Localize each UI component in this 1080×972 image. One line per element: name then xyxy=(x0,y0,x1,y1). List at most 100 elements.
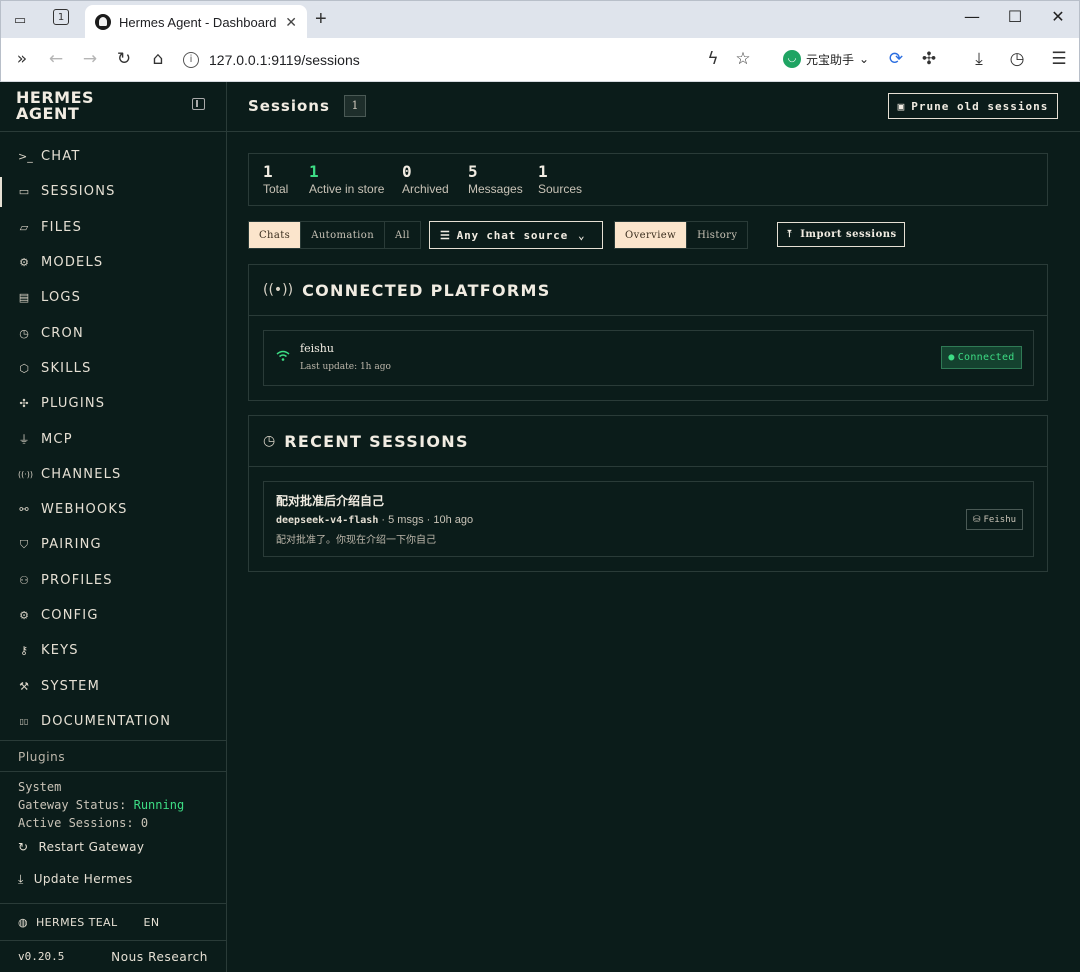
sidebar-item-config[interactable]: ⚙ CONFIG xyxy=(0,598,226,633)
theme-switcher[interactable]: HERMES TEAL xyxy=(36,916,118,929)
sidebar-item-label: CRON xyxy=(41,325,84,341)
session-row[interactable]: 配对批准后介绍自己 deepseek-v4-flash · 5 msgs · 1… xyxy=(263,481,1034,557)
sidebar-nav: >_ CHAT ▭ SESSIONS ▱ FILES ⚙ MODELS ▤ LOGS ◷ C… xyxy=(0,139,226,739)
import-sessions-button[interactable]: ⤒ Import sessions xyxy=(777,222,905,247)
system-status-panel: System Gateway Status: Running Active Se… xyxy=(0,771,226,907)
status-badge: ● Connected xyxy=(941,346,1022,369)
sidebar-item-logs[interactable]: ▤ LOGS xyxy=(0,280,226,315)
collapse-sidebar-icon[interactable] xyxy=(192,98,205,110)
sidebar-item-pairing[interactable]: ⛉ PAIRING xyxy=(0,527,226,562)
sidebar-item-system[interactable]: ⚒ SYSTEM xyxy=(0,668,226,703)
sidebar-item-models[interactable]: ⚙ MODELS xyxy=(0,245,226,280)
sidebar-item-label: CHAT xyxy=(41,149,81,165)
address-field[interactable]: i 127.0.0.1:9119/sessions xyxy=(183,47,360,73)
platform-row[interactable]: feishu Last update: 1h ago ● Connected xyxy=(263,330,1034,386)
gateway-status-label: Gateway Status: xyxy=(18,798,134,812)
session-model: deepseek-v4-flash xyxy=(276,515,379,526)
url-text[interactable]: 127.0.0.1:9119/sessions xyxy=(209,52,360,68)
sidebar-item-documentation[interactable]: ▯▯ DOCUMENTATION xyxy=(0,704,226,739)
clock-icon: ◷ xyxy=(263,433,276,449)
sidebar-toggle-icon[interactable]: ▭ xyxy=(9,9,31,31)
reload-icon[interactable]: ↻ xyxy=(113,49,135,69)
back-icon[interactable]: ← xyxy=(45,49,67,69)
stat-label: Messages xyxy=(468,182,523,196)
session-meta: deepseek-v4-flash · 5 msgs · 10h ago xyxy=(276,514,473,526)
connected-platforms-title: CONNECTED PLATFORMS xyxy=(302,280,551,300)
sidebar-item-label: FILES xyxy=(41,219,83,235)
view-history-tab[interactable]: History xyxy=(686,222,747,248)
browser-tab-strip: ▭ 1 Hermes Agent - Dashboard ✕ + — ☐ ✕ xyxy=(0,0,1080,39)
sidebar-item-profiles[interactable]: ⚇ PROFILES xyxy=(0,563,226,598)
sidebar-item-webhooks[interactable]: ⚯ WEBHOOKS xyxy=(0,492,226,527)
connected-platforms-header: ((•)) CONNECTED PLATFORMS xyxy=(249,265,1047,316)
stat-value: 5 xyxy=(468,162,478,181)
history-icon[interactable]: ◷ xyxy=(1006,49,1028,69)
lightning-icon[interactable]: ϟ xyxy=(702,49,724,69)
tab-count-icon[interactable]: 1 xyxy=(53,9,69,25)
session-stats: · 5 msgs · 10h ago xyxy=(378,514,474,526)
sidebar-item-label: CONFIG xyxy=(41,608,99,623)
sidebar-item-plugins[interactable]: ✣ PLUGINS xyxy=(0,386,226,421)
sidebar-item-mcp[interactable]: ⏚ MCP xyxy=(0,421,226,456)
yuanbao-label: 元宝助手 xyxy=(806,52,855,67)
wifi-icon xyxy=(276,350,290,361)
filter-chats-tab[interactable]: Chats xyxy=(249,222,301,248)
expand-icon[interactable]: » xyxy=(11,49,33,69)
minimize-icon[interactable]: — xyxy=(957,7,987,26)
menu-icon[interactable]: ☰ xyxy=(1048,49,1070,69)
bookmark-star-icon[interactable]: ☆ xyxy=(732,49,754,69)
stat-label: Active in store xyxy=(309,182,385,196)
users-icon: ⚇ xyxy=(19,573,29,587)
view-overview-tab[interactable]: Overview xyxy=(615,222,687,248)
close-window-icon[interactable]: ✕ xyxy=(1043,7,1073,26)
platform-last-update: Last update: 1h ago xyxy=(300,362,391,372)
archive-icon: ▣ xyxy=(897,99,906,113)
prune-old-sessions-button[interactable]: ▣ Prune old sessions xyxy=(888,93,1058,119)
restart-gateway-button[interactable]: ↻ Restart Gateway xyxy=(18,838,144,856)
maximize-icon[interactable]: ☐ xyxy=(1000,7,1030,26)
close-tab-icon[interactable]: ✕ xyxy=(285,14,297,31)
browser-tab-active[interactable]: Hermes Agent - Dashboard ✕ xyxy=(85,5,307,39)
stat-label: Archived xyxy=(402,182,449,196)
sidebar: HERMES AGENT >_ CHAT ▭ SESSIONS ▱ FILES ⚙ MO… xyxy=(0,82,227,972)
sidebar-item-skills[interactable]: ⬡ SKILLS xyxy=(0,351,226,386)
terminal-icon: >_ xyxy=(18,150,33,164)
update-hermes-button[interactable]: ⤓ Update Hermes xyxy=(18,870,133,888)
stat-sources: 1 Sources xyxy=(538,162,582,197)
prune-label: Prune old sessions xyxy=(911,99,1049,113)
home-icon[interactable]: ⌂ xyxy=(147,49,169,69)
sidebar-item-cron[interactable]: ◷ CRON xyxy=(0,315,226,350)
session-source-label: Feishu xyxy=(983,514,1017,525)
brand-logo[interactable]: HERMES AGENT xyxy=(16,90,94,122)
plug-icon: ⏚ xyxy=(18,433,30,447)
stat-label: Total xyxy=(263,182,289,196)
status-badge-label: Connected xyxy=(957,352,1015,363)
package-icon: ⬡ xyxy=(19,361,29,375)
sidebar-item-keys[interactable]: ⚷ KEYS xyxy=(0,633,226,668)
chevron-down-icon: ⌄ xyxy=(859,52,870,66)
chat-source-dropdown[interactable]: ☰ Any chat source ⌄ xyxy=(429,221,603,249)
sidebar-item-sessions[interactable]: ▭ SESSIONS xyxy=(0,174,226,209)
download-icon[interactable]: ⤓ xyxy=(968,49,990,69)
page-header: Sessions 1 ▣ Prune old sessions xyxy=(227,82,1080,132)
sidebar-item-label: WEBHOOKS xyxy=(41,502,128,518)
sidebar-item-files[interactable]: ▱ FILES xyxy=(0,210,226,245)
org-link[interactable]: Nous Research xyxy=(111,950,208,964)
sidebar-item-chat[interactable]: >_ CHAT xyxy=(0,139,226,174)
active-sessions-count: Active Sessions: 0 xyxy=(18,816,149,830)
site-info-icon[interactable]: i xyxy=(183,52,199,68)
clock-icon: ◷ xyxy=(19,326,29,340)
filter-automation-tab[interactable]: Automation xyxy=(300,222,384,248)
browser-toolbar: » ← → ↻ ⌂ i 127.0.0.1:9119/sessions ϟ ☆ … xyxy=(0,38,1080,82)
sidebar-item-channels[interactable]: ((·)) CHANNELS xyxy=(0,457,226,492)
stat-value: 1 xyxy=(538,162,548,181)
platform-name: feishu xyxy=(300,342,334,355)
new-tab-icon[interactable]: + xyxy=(315,8,327,31)
filter-all-tab[interactable]: All xyxy=(384,222,420,248)
download-icon: ⤓ xyxy=(18,872,24,886)
extensions-icon[interactable]: ✣ xyxy=(918,49,940,69)
yuanbao-extension-button[interactable]: ◡ 元宝助手 ⌄ xyxy=(783,50,869,68)
translate-icon[interactable]: ⟳ xyxy=(885,49,907,69)
language-switcher[interactable]: EN xyxy=(144,916,160,929)
forward-icon[interactable]: → xyxy=(79,49,101,69)
